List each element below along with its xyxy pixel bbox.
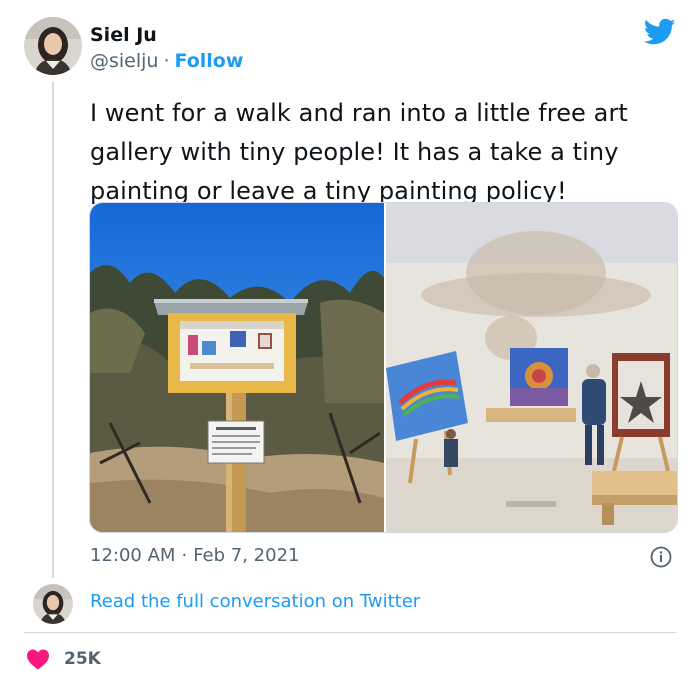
thread-connector-line — [52, 82, 54, 578]
author-avatar[interactable] — [24, 17, 82, 75]
heart-icon[interactable] — [26, 648, 50, 670]
tweet-time: 12:00 AM — [90, 545, 176, 566]
twitter-bird-icon[interactable] — [644, 18, 676, 46]
tweet-timestamp[interactable]: 12:00 AM · Feb 7, 2021 — [90, 544, 299, 568]
divider — [24, 632, 676, 633]
photo-gallery-closeup[interactable] — [386, 203, 678, 533]
tweet-media[interactable] — [89, 202, 678, 533]
info-icon[interactable] — [650, 546, 672, 568]
follow-button[interactable]: Follow — [175, 50, 244, 72]
separator-dot: · — [163, 50, 170, 72]
author-handle[interactable]: @sielju — [90, 50, 158, 72]
reply-avatar[interactable] — [33, 584, 73, 624]
author-handle-row: @sielju · Follow — [90, 49, 243, 73]
like-count[interactable]: 25K — [64, 647, 101, 671]
photo-gallery-box[interactable] — [90, 203, 384, 533]
tweet-date: Feb 7, 2021 — [193, 545, 300, 566]
read-conversation-link[interactable]: Read the full conversation on Twitter — [90, 590, 420, 614]
separator-dot: · — [181, 545, 188, 566]
tweet-text: I went for a walk and ran into a little … — [90, 99, 628, 205]
author-display-name[interactable]: Siel Ju — [90, 23, 157, 47]
